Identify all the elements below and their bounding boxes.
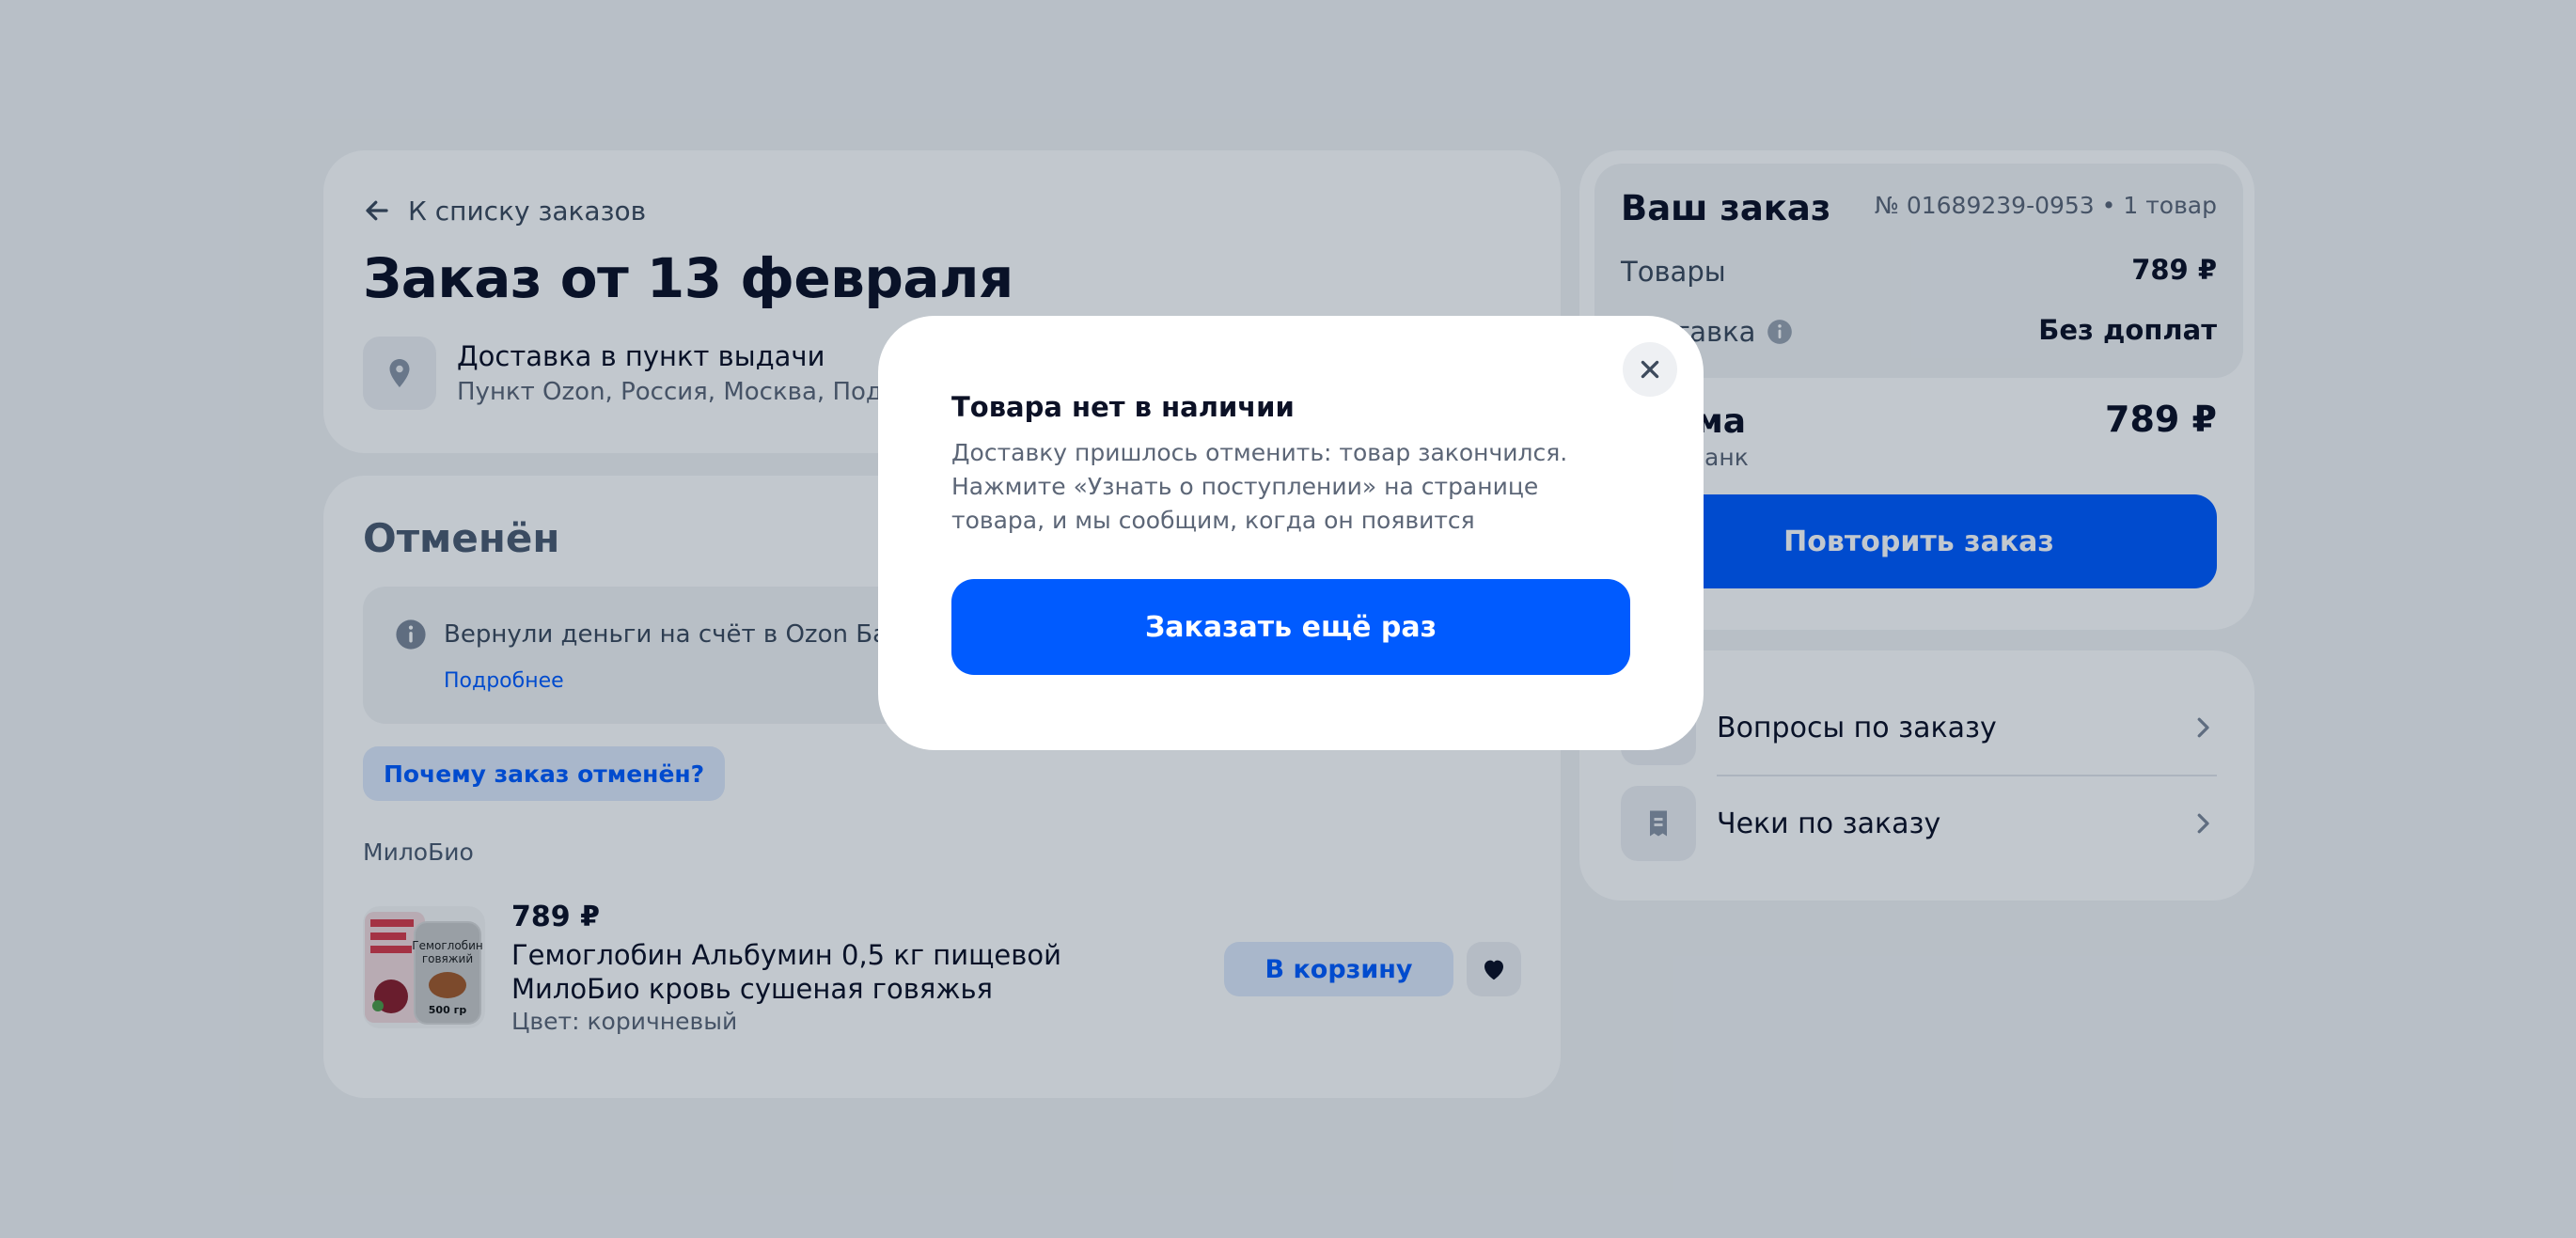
close-button[interactable] [1623,342,1677,397]
close-icon [1641,360,1659,379]
reorder-button[interactable]: Заказать ещё раз [951,579,1630,675]
order-page: К списку заказов Заказ от 13 февраля Дос… [0,0,2576,1238]
modal-title: Товара нет в наличии [951,391,1295,423]
modal-text: Доставку пришлось отменить: товар законч… [951,439,1568,534]
